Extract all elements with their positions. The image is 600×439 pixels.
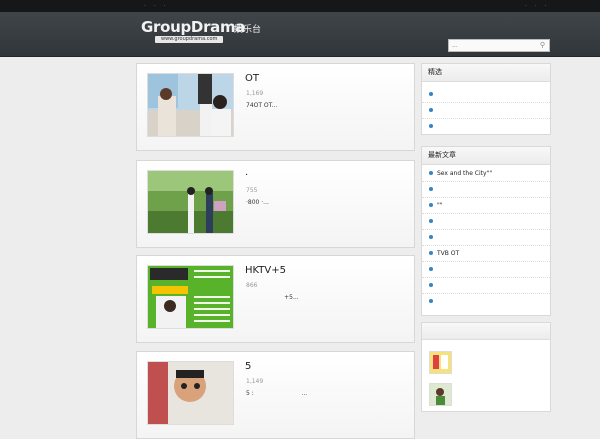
- sidebar-widget-gallery: [421, 322, 551, 412]
- post-excerpt: ·800 ·...: [246, 199, 269, 206]
- widget-list-item[interactable]: [422, 119, 550, 134]
- widget-list-item[interactable]: [422, 294, 550, 309]
- post-views: 1,169: [246, 90, 264, 97]
- bullet-icon: [429, 282, 433, 287]
- widget-title: [422, 323, 550, 340]
- post-card: HKTV+5 866 +5...: [136, 255, 415, 343]
- widget-thumbnail[interactable]: [429, 351, 452, 374]
- bullet-icon: [429, 250, 433, 255]
- widget-list-item[interactable]: [422, 214, 550, 230]
- widget-list-item[interactable]: [422, 103, 550, 119]
- widget-list-item[interactable]: [422, 262, 550, 278]
- widget-thumbnail[interactable]: [429, 383, 452, 406]
- post-excerpt: 74OT OT...: [246, 102, 278, 109]
- post-views: 755: [246, 187, 258, 194]
- top-bar-dots-left: · · ·: [144, 3, 169, 10]
- post-title[interactable]: ·: [245, 170, 248, 181]
- bullet-icon: [429, 186, 433, 191]
- post-excerpt: 5 : ...: [246, 390, 308, 397]
- site-header: GroupDrama 娛乐台 www.groupdrama.com ⚲: [0, 12, 600, 57]
- post-thumbnail[interactable]: [147, 73, 234, 137]
- logo-chinese: 娛乐台: [234, 25, 262, 35]
- widget-list-item[interactable]: "": [422, 198, 550, 214]
- sidebar-widget-featured: 精选: [421, 63, 551, 135]
- site-logo[interactable]: GroupDrama 娛乐台 www.groupdrama.com: [141, 18, 269, 44]
- logo-text: GroupDrama: [141, 18, 246, 36]
- widget-list-item[interactable]: [422, 230, 550, 246]
- widget-title: 最新文章: [422, 147, 550, 165]
- post-title[interactable]: 5: [245, 361, 251, 372]
- bullet-icon: [429, 170, 433, 175]
- search-icon[interactable]: ⚲: [540, 41, 545, 49]
- bullet-icon: [429, 123, 433, 128]
- bullet-icon: [429, 107, 433, 112]
- post-thumbnail[interactable]: [147, 170, 234, 234]
- logo-url: www.groupdrama.com: [155, 36, 224, 43]
- search-input[interactable]: [449, 40, 537, 51]
- widget-list-item[interactable]: TVB OT: [422, 246, 550, 262]
- post-thumbnail[interactable]: [147, 361, 234, 425]
- bullet-icon: [429, 266, 433, 271]
- post-title[interactable]: OT: [245, 73, 259, 84]
- widget-list-item[interactable]: [422, 182, 550, 198]
- bullet-icon: [429, 234, 433, 239]
- post-excerpt: +5...: [246, 294, 299, 301]
- widget-list-item[interactable]: [422, 278, 550, 294]
- post-card: · 755 ·800 ·...: [136, 160, 415, 248]
- bullet-icon: [429, 298, 433, 303]
- post-thumbnail[interactable]: [147, 265, 234, 329]
- widget-list-item[interactable]: [422, 87, 550, 103]
- bullet-icon: [429, 218, 433, 223]
- post-card: OT 1,169 74OT OT...: [136, 63, 415, 151]
- post-views: 866: [246, 282, 258, 289]
- bullet-icon: [429, 202, 433, 207]
- bullet-icon: [429, 91, 433, 96]
- search-box: ⚲: [448, 39, 550, 52]
- top-bar-dots-right: · · ·: [525, 3, 550, 10]
- top-bar: · · · · · ·: [0, 0, 600, 12]
- post-title[interactable]: HKTV+5: [245, 265, 286, 276]
- post-card: 5 1,149 5 : ...: [136, 351, 415, 439]
- widget-list-item[interactable]: Sex and the City"": [422, 166, 550, 182]
- sidebar-widget-recent: 最新文章 Sex and the City"" "" TVB OT: [421, 146, 551, 316]
- widget-title: 精选: [422, 64, 550, 82]
- post-views: 1,149: [246, 378, 264, 385]
